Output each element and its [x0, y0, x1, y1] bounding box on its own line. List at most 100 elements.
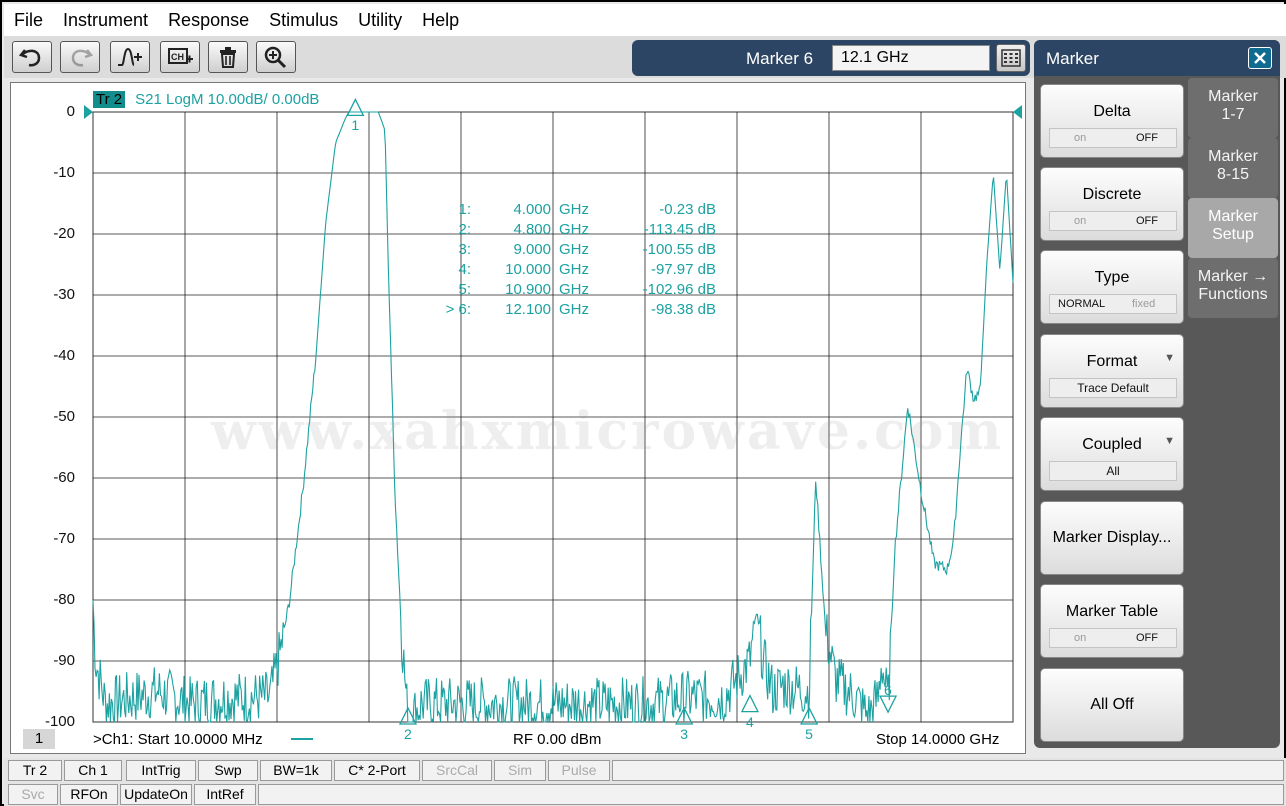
tab-line1: Marker [1208, 88, 1258, 105]
status-update-on[interactable]: UpdateOn [120, 784, 192, 805]
tab-marker-functions[interactable]: Marker → Functions [1188, 258, 1278, 318]
trace-status-label[interactable]: Tr 2 S21 LogM 10.00dB/ 0.00dB [93, 91, 319, 108]
marker-panel-title: Marker [1046, 49, 1099, 68]
status-srccal[interactable]: SrcCal [422, 760, 492, 781]
menu-bar: File Instrument Response Stimulus Utilit… [4, 4, 1286, 36]
status-sweep[interactable]: Swp [198, 760, 258, 781]
undo-button[interactable] [12, 41, 52, 73]
status-pulse[interactable]: Pulse [548, 760, 610, 781]
readout-val: -102.96 dB [642, 281, 716, 298]
menu-utility[interactable]: Utility [358, 10, 402, 31]
marker-table-label: Marker Table [1065, 603, 1159, 620]
tab-line1: Marker → [1197, 268, 1269, 285]
undo-icon [19, 49, 41, 67]
toggle-on: on [1074, 632, 1087, 644]
tab-marker-8-15[interactable]: Marker 8-15 [1188, 138, 1278, 198]
toggle-fixed: fixed [1132, 298, 1156, 310]
menu-file[interactable]: File [14, 10, 43, 31]
discrete-toggle[interactable]: on OFF [1049, 211, 1177, 231]
readout-id: > 6: [445, 301, 471, 318]
status-rf-on[interactable]: RFOn [60, 784, 118, 805]
type-label: Type [1094, 269, 1130, 286]
y-tick-label: -100 [44, 713, 75, 730]
marker-number: 6 [884, 682, 892, 699]
toggle-off: OFF [1136, 632, 1158, 644]
marker-number: 3 [680, 726, 688, 742]
marker-entry-label: Marker 6 [746, 49, 814, 68]
readout-unit: GHz [559, 261, 589, 278]
readout-freq: 4.000 [513, 201, 551, 218]
status-calibration[interactable]: C* 2-Port [334, 760, 420, 781]
dropdown-caret-icon: ▼ [1164, 352, 1175, 364]
channel-badge[interactable]: 1 [23, 729, 55, 749]
readout-id: 3: [458, 241, 471, 258]
y-tick-label: -90 [53, 652, 75, 669]
measurement-plot[interactable]: www.xahxmicrowave.com Tr 2 S21 LogM 10.00… [10, 82, 1026, 754]
status-trigger[interactable]: IntTrig [126, 760, 196, 781]
readout-unit: GHz [559, 301, 589, 318]
sweep-start-label: >Ch1: Start 10.0000 MHz [93, 731, 263, 748]
format-button[interactable]: Format ▼ Trace Default [1040, 334, 1184, 408]
redo-icon [71, 49, 93, 67]
status-bandwidth[interactable]: BW=1k [260, 760, 332, 781]
marker-readout-row: > 6: 12.100 GHz -98.38 dB [441, 301, 731, 321]
readout-unit: GHz [559, 241, 589, 258]
readout-val: -0.23 dB [659, 201, 716, 218]
keypad-button[interactable] [996, 44, 1026, 72]
reference-arrow-left-icon [84, 105, 93, 119]
menu-stimulus[interactable]: Stimulus [269, 10, 338, 31]
status-trace[interactable]: Tr 2 [8, 760, 62, 781]
status-int-ref[interactable]: IntRef [194, 784, 256, 805]
type-toggle[interactable]: NORMAL fixed [1049, 294, 1177, 314]
marker-frequency-input[interactable]: 12.1 GHz [832, 45, 990, 71]
zoom-button[interactable] [256, 41, 296, 73]
delta-button[interactable]: Delta on OFF [1040, 84, 1184, 158]
type-button[interactable]: Type NORMAL fixed [1040, 250, 1184, 324]
status-channel[interactable]: Ch 1 [64, 760, 122, 781]
y-tick-label: -10 [53, 164, 75, 181]
add-channel-button[interactable]: CH [160, 41, 200, 73]
add-trace-button[interactable] [110, 41, 150, 73]
keypad-icon [1001, 49, 1021, 67]
marker-display-button[interactable]: Marker Display... [1040, 501, 1184, 575]
marker-table-button[interactable]: Marker Table on OFF [1040, 584, 1184, 658]
marker-readout-row: 1: 4.000 GHz -0.23 dB [441, 201, 731, 221]
tab-marker-1-7[interactable]: Marker 1-7 [1188, 78, 1278, 138]
readout-freq: 9.000 [513, 241, 551, 258]
discrete-button[interactable]: Discrete on OFF [1040, 167, 1184, 241]
trace-color-swatch [291, 738, 313, 740]
menu-help[interactable]: Help [422, 10, 459, 31]
readout-val: -113.45 dB [643, 221, 716, 238]
readout-val: -97.97 dB [650, 261, 716, 278]
close-panel-button[interactable] [1248, 47, 1272, 69]
status-service[interactable]: Svc [8, 784, 58, 805]
readout-freq: 12.100 [505, 301, 551, 318]
readout-unit: GHz [559, 221, 589, 238]
delete-icon [220, 47, 236, 68]
trace-info: S21 LogM 10.00dB/ 0.00dB [135, 91, 320, 108]
status-sim[interactable]: Sim [494, 760, 546, 781]
readout-unit: GHz [559, 201, 589, 218]
tab-line2: 1-7 [1221, 106, 1245, 123]
add-channel-icon: CH [168, 48, 193, 64]
redo-button[interactable] [60, 41, 100, 73]
discrete-label: Discrete [1082, 186, 1142, 203]
delta-toggle[interactable]: on OFF [1049, 128, 1177, 148]
tab-line1: Marker [1208, 208, 1258, 225]
marker-table-toggle[interactable]: on OFF [1049, 628, 1177, 648]
tab-marker-setup[interactable]: Marker Setup [1188, 198, 1278, 258]
delta-label: Delta [1093, 103, 1131, 120]
tab-line2: Setup [1212, 226, 1254, 243]
menu-response[interactable]: Response [168, 10, 249, 31]
tab-line2: 8-15 [1216, 166, 1250, 183]
y-tick-label: -80 [53, 591, 75, 608]
y-tick-label: -60 [53, 469, 75, 486]
zoom-icon [264, 46, 287, 69]
toggle-off: OFF [1136, 132, 1158, 144]
marker-readout-row: 3: 9.000 GHz -100.55 dB [441, 241, 731, 261]
all-off-button[interactable]: All Off [1040, 668, 1184, 742]
toggle-on: on [1074, 132, 1087, 144]
menu-instrument[interactable]: Instrument [63, 10, 148, 31]
delete-button[interactable] [208, 41, 248, 73]
coupled-button[interactable]: Coupled ▼ All [1040, 417, 1184, 491]
